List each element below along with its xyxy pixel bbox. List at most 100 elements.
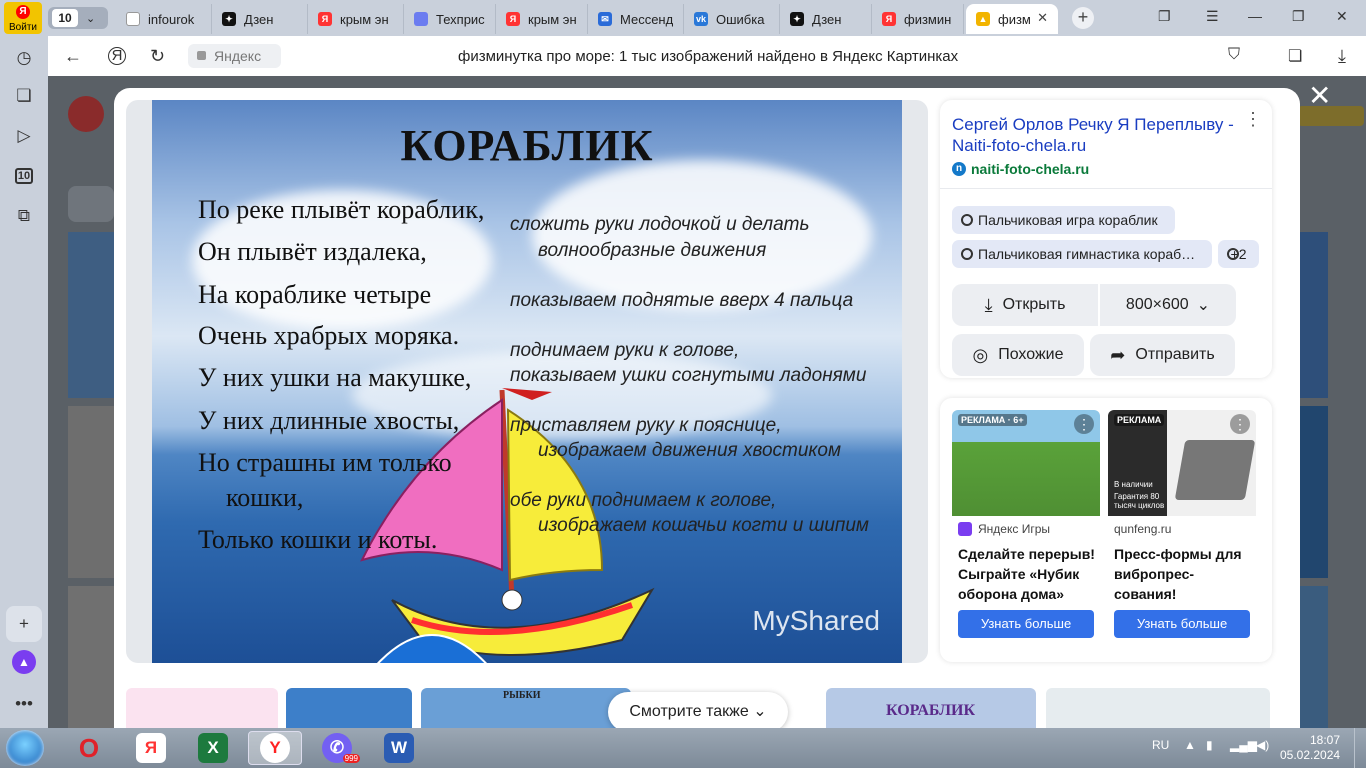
poem-line: У них ушки на макушке, bbox=[198, 363, 472, 392]
poem-line: Но страшны им только bbox=[198, 448, 452, 477]
download-icon: ⤓ bbox=[984, 294, 993, 315]
thumbnail[interactable]: КОРАБЛИК bbox=[826, 688, 1036, 728]
taskbar-opera[interactable]: O bbox=[62, 731, 116, 765]
thumbnail[interactable] bbox=[286, 688, 412, 728]
taskbar-yandex[interactable]: Я bbox=[124, 731, 178, 765]
ad-tag: РЕКЛАМА bbox=[1114, 414, 1165, 426]
share-button[interactable]: ➦ Отправить bbox=[1090, 334, 1235, 376]
more-icon[interactable]: ••• bbox=[12, 692, 36, 716]
source-card: Сергей Орлов Речку Я Переплыву - Naiti-f… bbox=[940, 100, 1272, 378]
yandex-icon[interactable]: Я bbox=[108, 47, 126, 65]
tab-active[interactable]: ▲ физм ✕ bbox=[966, 4, 1058, 34]
menu-icon[interactable]: ☰ bbox=[1206, 8, 1219, 25]
tab-1[interactable]: ✦ Дзен bbox=[212, 4, 308, 34]
site-domain[interactable]: Яндекс bbox=[188, 44, 281, 68]
ad-learn-more-button[interactable]: Узнать больше bbox=[1114, 610, 1250, 638]
tab-label: Дзен bbox=[244, 11, 274, 27]
open-label: Открыть bbox=[1002, 296, 1066, 313]
page-title[interactable]: физминутка про море: 1 тыс изображений н… bbox=[458, 48, 958, 65]
yandex-icon: Я bbox=[506, 12, 520, 26]
language-indicator[interactable]: RU bbox=[1152, 738, 1169, 752]
tab-8[interactable]: Яфизмин bbox=[872, 4, 964, 34]
share-label: Отправить bbox=[1135, 346, 1215, 363]
more-chips-label: +2 bbox=[1230, 246, 1247, 262]
network-icon[interactable]: ▮ bbox=[1206, 738, 1213, 752]
similar-button[interactable]: ◎ Похожие bbox=[952, 334, 1084, 376]
reload-icon[interactable]: ↻ bbox=[150, 46, 165, 67]
close-window-icon[interactable]: ✕ bbox=[1336, 8, 1348, 25]
tab-count-button[interactable]: 10 ⌄ bbox=[48, 7, 108, 29]
tab-bar: Я Войти 10 ⌄ infourok ✦ Дзен Якрым эн Тех… bbox=[0, 0, 1366, 36]
ad-item[interactable]: РЕКЛАМА · 6+ ⋮ Яндекс Игры Сделайте пере… bbox=[952, 410, 1100, 644]
more-options-icon[interactable]: ⋮ bbox=[1244, 110, 1262, 128]
tab-label: крым эн bbox=[340, 11, 389, 27]
protect-icon[interactable]: ⛉ bbox=[1228, 46, 1240, 64]
thumbnail[interactable]: РЫБКИ bbox=[421, 688, 631, 728]
alice-icon[interactable]: ▲ bbox=[12, 650, 36, 674]
ad-menu-icon[interactable]: ⋮ bbox=[1074, 414, 1094, 434]
history-icon[interactable]: ◷ bbox=[12, 46, 36, 70]
thumbnail[interactable] bbox=[126, 688, 278, 728]
related-query-chip[interactable]: Пальчиковая гимнастика кораб… bbox=[952, 240, 1212, 268]
result-thumb bbox=[68, 586, 114, 728]
result-thumb bbox=[68, 232, 114, 398]
collections-icon[interactable]: ❏ bbox=[12, 84, 36, 108]
more-chips-button[interactable]: +2 bbox=[1218, 240, 1259, 268]
show-desktop-button[interactable] bbox=[1354, 728, 1366, 768]
ad-learn-more-button[interactable]: Узнать больше bbox=[958, 610, 1094, 638]
screenshot-icon[interactable]: ⧉ bbox=[12, 204, 36, 228]
yandex-icon: Я bbox=[318, 12, 332, 26]
poem-line: У них длинные хвосты, bbox=[198, 406, 460, 435]
ad-tag: РЕКЛАМА · 6+ bbox=[958, 414, 1027, 426]
related-query-chip[interactable]: Пальчиковая игра кораблик bbox=[952, 206, 1175, 234]
taskbar-yandex-browser[interactable]: Y bbox=[248, 731, 302, 765]
main-image[interactable]: КОРАБЛИК По реке плывёт кораблик, Он плы… bbox=[152, 100, 902, 663]
similar-label: Похожие bbox=[998, 346, 1064, 363]
image-pane[interactable]: КОРАБЛИК По реке плывёт кораблик, Он плы… bbox=[126, 100, 928, 663]
back-icon[interactable]: ← bbox=[64, 46, 82, 67]
tabs-count-icon[interactable]: 10 bbox=[12, 164, 36, 188]
open-button[interactable]: ⤓ Открыть bbox=[952, 284, 1098, 326]
ad-menu-icon[interactable]: ⋮ bbox=[1230, 414, 1250, 434]
ad-item[interactable]: РЕКЛАМА ⋮ В наличии Гарантия 80 тысяч ци… bbox=[1108, 410, 1256, 644]
see-also-button[interactable]: Смотрите также ⌄ bbox=[608, 692, 788, 732]
show-hidden-icon[interactable]: ▲ bbox=[1184, 738, 1196, 752]
taskbar-viber[interactable]: ✆ 999 bbox=[310, 731, 364, 765]
tab-4[interactable]: Якрым эн bbox=[496, 4, 588, 34]
clock[interactable]: 18:07 05.02.2024 bbox=[1280, 733, 1340, 763]
collections-icon[interactable]: ❐ bbox=[1158, 8, 1171, 25]
restore-icon[interactable]: ❐ bbox=[1292, 8, 1305, 25]
play-icon[interactable]: ▷ bbox=[12, 124, 36, 148]
signal-icon[interactable]: ▂▄▆ bbox=[1230, 738, 1257, 752]
ad-source: qunfeng.ru bbox=[1114, 522, 1171, 536]
source-title[interactable]: Сергей Орлов Речку Я Переплыву - Naiti-f… bbox=[952, 114, 1244, 156]
taskbar-excel[interactable]: X bbox=[186, 731, 240, 765]
poem-line: кошки, bbox=[226, 483, 304, 512]
press-form-image bbox=[1174, 440, 1256, 500]
new-tab-button[interactable]: + bbox=[1072, 7, 1094, 29]
minimize-icon[interactable]: — bbox=[1248, 8, 1262, 24]
tab-3[interactable]: Техприс bbox=[404, 4, 496, 34]
add-icon[interactable]: + bbox=[6, 606, 42, 642]
source-site[interactable]: n naiti-foto-chela.ru bbox=[952, 161, 1089, 177]
close-tab-icon[interactable]: ✕ bbox=[1037, 10, 1048, 26]
size-dropdown[interactable]: 800×600 ⌄ bbox=[1100, 284, 1236, 326]
taskbar-word[interactable]: W bbox=[372, 731, 426, 765]
gesture-note: приставляем руку к пояснице, bbox=[510, 415, 782, 436]
tab-6[interactable]: vk Ошибка bbox=[684, 4, 780, 34]
vk-icon: vk bbox=[694, 12, 708, 26]
result-thumb bbox=[1298, 406, 1328, 578]
login-button[interactable]: Я Войти bbox=[4, 2, 42, 34]
tab-2[interactable]: Якрым эн bbox=[308, 4, 404, 34]
thumbnail[interactable] bbox=[1046, 688, 1270, 728]
tab-0[interactable]: infourok bbox=[116, 4, 212, 34]
tab-7[interactable]: ✦ Дзен bbox=[780, 4, 872, 34]
tab-5[interactable]: ✉ Мессенд bbox=[588, 4, 684, 34]
start-button[interactable] bbox=[6, 730, 44, 766]
download-icon[interactable]: ⤓ bbox=[1338, 46, 1346, 67]
close-viewer-icon[interactable]: ✕ bbox=[1308, 82, 1331, 110]
volume-icon[interactable]: ◀) bbox=[1256, 738, 1269, 752]
lens-icon: ◎ bbox=[972, 344, 989, 365]
poem-line: По реке плывёт кораблик, bbox=[198, 195, 485, 224]
bookmark-icon[interactable]: ❏ bbox=[1288, 46, 1302, 66]
